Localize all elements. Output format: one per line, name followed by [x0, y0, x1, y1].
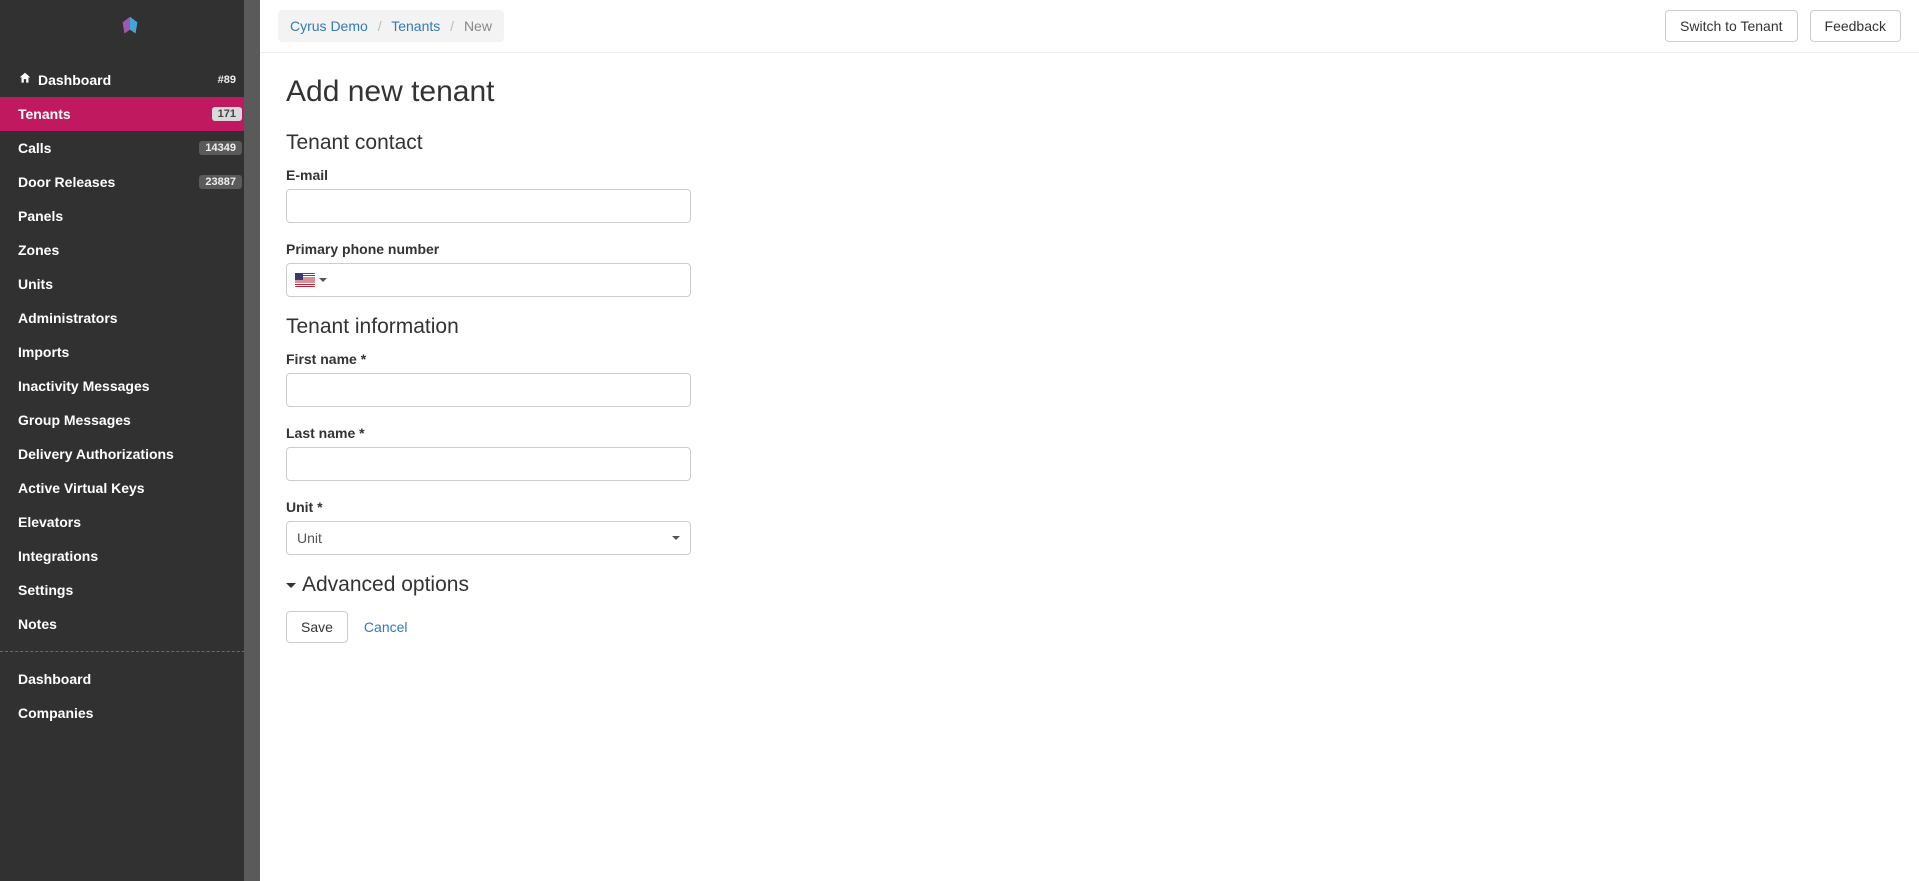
- main: Cyrus Demo / Tenants / New Switch to Ten…: [260, 0, 1919, 881]
- last-name-label: Last name *: [286, 425, 691, 441]
- sidebar-item-active-virtual-keys[interactable]: Active Virtual Keys: [0, 471, 260, 505]
- nav-primary: Dashboard #89 Tenants 171 Calls 14349 Do…: [0, 54, 260, 730]
- country-code-selector[interactable]: [287, 264, 335, 296]
- sidebar-item-label: Door Releases: [18, 174, 115, 190]
- flag-us-icon: [295, 273, 315, 287]
- home-icon: [18, 71, 32, 88]
- sidebar-badge: #89: [212, 73, 242, 87]
- sidebar-item-label: Integrations: [18, 548, 98, 564]
- unit-select-value: Unit: [297, 530, 322, 546]
- sidebar-item-units[interactable]: Units: [0, 267, 260, 301]
- form-group-email: E-mail: [286, 167, 691, 223]
- advanced-options-toggle[interactable]: Advanced options: [286, 573, 954, 597]
- sidebar-item-notes[interactable]: Notes: [0, 607, 260, 641]
- section-tenant-contact: Tenant contact: [286, 131, 954, 155]
- sidebar-item-companies[interactable]: Companies: [0, 696, 260, 730]
- breadcrumb-separator: /: [444, 18, 460, 34]
- sidebar-item-label: Administrators: [18, 310, 118, 326]
- sidebar-item-panels[interactable]: Panels: [0, 199, 260, 233]
- sidebar-item-label: Imports: [18, 344, 69, 360]
- sidebar-badge: 14349: [199, 141, 242, 155]
- top-buttons: Switch to Tenant Feedback: [1665, 10, 1901, 42]
- sidebar-item-dashboard-secondary[interactable]: Dashboard: [0, 662, 260, 696]
- unit-select[interactable]: Unit: [286, 521, 691, 555]
- section-tenant-info: Tenant information: [286, 315, 954, 339]
- sidebar-item-delivery-authorizations[interactable]: Delivery Authorizations: [0, 437, 260, 471]
- sidebar-item-tenants[interactable]: Tenants 171: [0, 97, 260, 131]
- breadcrumb-current: New: [464, 18, 492, 34]
- last-name-field[interactable]: [286, 447, 691, 481]
- form-group-first-name: First name *: [286, 351, 691, 407]
- feedback-button[interactable]: Feedback: [1810, 10, 1901, 42]
- sidebar-item-label: Active Virtual Keys: [18, 480, 145, 496]
- topbar: Cyrus Demo / Tenants / New Switch to Ten…: [260, 0, 1919, 53]
- email-field[interactable]: [286, 189, 691, 223]
- sidebar-item-label: Elevators: [18, 514, 81, 530]
- sidebar-item-imports[interactable]: Imports: [0, 335, 260, 369]
- sidebar-item-label: Settings: [18, 582, 73, 598]
- sidebar-item-label: Dashboard: [38, 72, 111, 88]
- unit-label: Unit *: [286, 499, 691, 515]
- content: Add new tenant Tenant contact E-mail Pri…: [260, 53, 980, 665]
- sidebar: Dashboard #89 Tenants 171 Calls 14349 Do…: [0, 0, 260, 881]
- logo-bar: [0, 0, 260, 54]
- sidebar-item-label: Calls: [18, 140, 51, 156]
- form-group-phone: Primary phone number: [286, 241, 691, 297]
- app-logo-icon: [119, 15, 141, 40]
- sidebar-scrollbar[interactable]: [244, 0, 260, 881]
- sidebar-badge: 23887: [199, 175, 242, 189]
- sidebar-item-settings[interactable]: Settings: [0, 573, 260, 607]
- breadcrumb-root[interactable]: Cyrus Demo: [290, 18, 368, 34]
- chevron-down-icon: [672, 536, 680, 540]
- first-name-label: First name *: [286, 351, 691, 367]
- sidebar-item-label: Tenants: [18, 106, 71, 122]
- sidebar-item-administrators[interactable]: Administrators: [0, 301, 260, 335]
- page-title: Add new tenant: [286, 75, 954, 109]
- sidebar-item-zones[interactable]: Zones: [0, 233, 260, 267]
- sidebar-item-integrations[interactable]: Integrations: [0, 539, 260, 573]
- breadcrumb-separator: /: [372, 18, 388, 34]
- phone-field[interactable]: [335, 264, 690, 296]
- sidebar-item-label: Inactivity Messages: [18, 378, 150, 394]
- chevron-down-icon: [319, 278, 327, 282]
- sidebar-item-inactivity-messages[interactable]: Inactivity Messages: [0, 369, 260, 403]
- cancel-link[interactable]: Cancel: [364, 619, 408, 635]
- sidebar-item-label: Panels: [18, 208, 63, 224]
- sidebar-item-group-messages[interactable]: Group Messages: [0, 403, 260, 437]
- sidebar-item-dashboard[interactable]: Dashboard #89: [0, 62, 260, 97]
- sidebar-separator: [0, 651, 260, 652]
- sidebar-item-label: Notes: [18, 616, 57, 632]
- sidebar-item-label: Delivery Authorizations: [18, 446, 174, 462]
- first-name-field[interactable]: [286, 373, 691, 407]
- sidebar-badge: 171: [212, 107, 242, 121]
- sidebar-item-label: Group Messages: [18, 412, 131, 428]
- advanced-options-label: Advanced options: [302, 573, 469, 597]
- email-label: E-mail: [286, 167, 691, 183]
- sidebar-item-door-releases[interactable]: Door Releases 23887: [0, 165, 260, 199]
- form-group-unit: Unit * Unit: [286, 499, 691, 555]
- form-actions: Save Cancel: [286, 611, 954, 643]
- caret-down-icon: [286, 583, 296, 588]
- sidebar-item-calls[interactable]: Calls 14349: [0, 131, 260, 165]
- sidebar-item-label: Dashboard: [18, 671, 91, 687]
- save-button[interactable]: Save: [286, 611, 348, 643]
- breadcrumb: Cyrus Demo / Tenants / New: [278, 10, 504, 42]
- switch-to-tenant-button[interactable]: Switch to Tenant: [1665, 10, 1797, 42]
- form-group-last-name: Last name *: [286, 425, 691, 481]
- breadcrumb-parent[interactable]: Tenants: [391, 18, 440, 34]
- phone-input-wrap: [286, 263, 691, 297]
- sidebar-item-label: Zones: [18, 242, 59, 258]
- sidebar-item-label: Units: [18, 276, 53, 292]
- phone-label: Primary phone number: [286, 241, 691, 257]
- sidebar-item-elevators[interactable]: Elevators: [0, 505, 260, 539]
- sidebar-item-label: Companies: [18, 705, 93, 721]
